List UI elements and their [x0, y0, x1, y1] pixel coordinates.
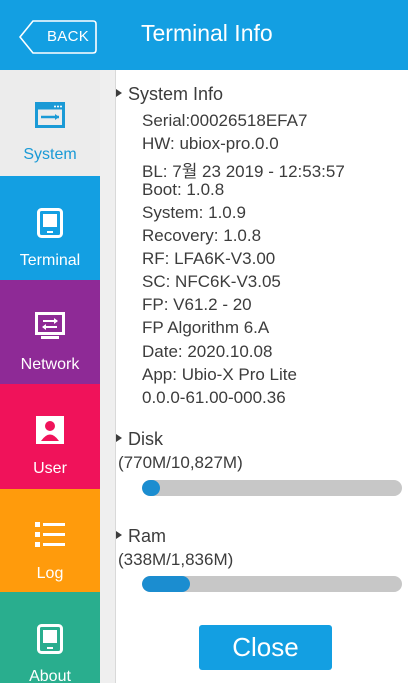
- sidebar-item-log[interactable]: Log: [0, 489, 100, 592]
- close-button[interactable]: Close: [199, 625, 332, 670]
- header-bar: BACK Terminal Info: [0, 0, 408, 70]
- sidebar-item-network[interactable]: Network: [0, 280, 100, 384]
- expand-triangle-icon: [116, 434, 122, 443]
- system-info-line: Serial:00026518EFA7: [142, 111, 308, 130]
- user-icon: [0, 416, 100, 444]
- sidebar-item-label: User: [33, 460, 67, 477]
- system-info-line: 0.0.0-61.00-000.36: [142, 387, 286, 407]
- sidebar-item-label: System: [23, 146, 77, 163]
- system-info-line: RF: LFA6K-V3.00: [142, 249, 276, 269]
- disk-heading-label: Disk: [128, 429, 163, 449]
- system-info-line: System: 1.0.9: [142, 203, 246, 223]
- expand-triangle-icon: [116, 531, 122, 540]
- terminal-info-screen: BACK Terminal Info System Terminal Network…: [0, 0, 408, 685]
- sidebar-item-label: Terminal: [19, 252, 81, 269]
- sidebar-item-system[interactable]: System: [0, 70, 100, 176]
- system-info-line: Boot: 1.0.8: [142, 180, 225, 200]
- ram-usage-text: (338M/1,836M): [118, 550, 234, 569]
- ram-heading-label: Ram: [128, 526, 167, 546]
- sidebar: System Terminal Network User Log About: [0, 70, 116, 685]
- expand-triangle-icon: [116, 89, 122, 98]
- disk-heading[interactable]: Disk: [116, 429, 163, 450]
- main-content: System Info Serial:00026518EFA7 HW: ubiox…: [116, 70, 408, 683]
- system-info-line: Recovery: 1.0.8: [142, 226, 262, 246]
- system-info-line: FP: V61.2 - 20: [142, 295, 252, 315]
- network-icon: [0, 312, 100, 340]
- sidebar-item-label: Network: [20, 356, 80, 373]
- page-title: Terminal Info: [141, 20, 273, 46]
- sidebar-item-label: About: [29, 668, 71, 685]
- ram-heading[interactable]: Ram: [116, 526, 166, 547]
- sidebar-item-about[interactable]: About: [0, 592, 100, 685]
- system-info-heading[interactable]: System Info: [116, 84, 223, 105]
- system-info-line: HW: ubiox-pro.0.0: [142, 134, 279, 154]
- disk-usage-bar: [142, 480, 402, 496]
- ram-usage-bar: [142, 576, 402, 592]
- log-icon: [0, 521, 100, 549]
- sidebar-item-user[interactable]: User: [0, 384, 100, 489]
- back-button[interactable]: BACK: [19, 20, 97, 54]
- ram-usage-bar-fill: [142, 576, 190, 592]
- disk-usage-text: (770M/10,827M): [118, 453, 243, 472]
- system-info-heading-label: System Info: [128, 84, 224, 104]
- about-icon: [0, 624, 100, 654]
- system-info-line: Date: 2020.10.08: [142, 341, 273, 361]
- system-info-line: FP Algorithm 6.A: [142, 318, 270, 338]
- disk-usage-bar-fill: [142, 480, 161, 496]
- system-info-line: App: Ubio-X Pro Lite: [142, 364, 297, 384]
- sidebar-item-label: Log: [36, 565, 64, 582]
- system-info-line: SC: NFC6K-V3.05: [142, 272, 281, 292]
- back-button-label: BACK: [47, 28, 90, 45]
- sidebar-divider: [100, 70, 116, 683]
- sidebar-item-terminal[interactable]: Terminal: [0, 176, 100, 280]
- terminal-icon: [0, 208, 100, 238]
- system-icon: [0, 102, 100, 128]
- system-info-line: BL: 7월 23 2019 - 12:53:57: [142, 162, 345, 182]
